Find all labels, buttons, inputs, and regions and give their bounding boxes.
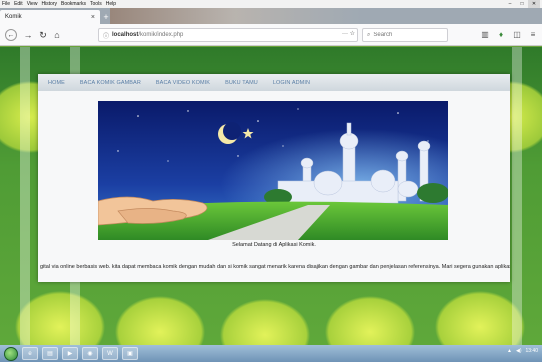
taskbar-app-explorer[interactable]: ▤ bbox=[42, 347, 58, 360]
background-decoration bbox=[512, 47, 522, 345]
menu-bookmarks[interactable]: Bookmarks bbox=[61, 1, 86, 7]
sidebar-icon[interactable]: ◫ bbox=[512, 30, 522, 39]
banner-image bbox=[98, 101, 448, 240]
taskbar: e ▤ ▶ ◉ W ▣ ▲ ◀) 13:40 bbox=[0, 345, 542, 362]
reload-icon[interactable]: ↻ bbox=[37, 29, 49, 41]
menu-edit[interactable]: Edit bbox=[14, 1, 23, 7]
new-tab-icon[interactable]: + bbox=[101, 11, 111, 23]
taskbar-app-media[interactable]: ▶ bbox=[62, 347, 78, 360]
library-icon[interactable]: ▥ bbox=[480, 30, 490, 39]
minimize-button[interactable]: – bbox=[504, 0, 516, 8]
menu-file[interactable]: File bbox=[2, 1, 10, 7]
info-icon[interactable]: ⓘ bbox=[103, 31, 109, 40]
start-button[interactable] bbox=[4, 346, 18, 361]
back-arrow-icon[interactable]: ← bbox=[5, 29, 17, 41]
tab-title: Komik bbox=[5, 14, 22, 20]
network-icon[interactable]: ▲ bbox=[507, 348, 512, 354]
forward-arrow-icon[interactable]: → bbox=[22, 29, 34, 41]
menu-history[interactable]: History bbox=[41, 1, 57, 7]
close-window-button[interactable]: ✕ bbox=[528, 0, 540, 8]
taskbar-app-word[interactable]: W bbox=[102, 347, 118, 360]
tab-komik[interactable]: Komik × bbox=[0, 10, 100, 24]
window-controls: – □ ✕ bbox=[504, 0, 540, 8]
search-box[interactable]: ⌕ bbox=[362, 28, 448, 42]
toolbar-icons: ▥ ♦ ◫ ≡ bbox=[480, 30, 538, 39]
nav-baca-komik-gambar-link[interactable]: BACA KOMIK GAMBAR bbox=[80, 80, 141, 86]
page-viewport: HOME BACA KOMIK GAMBAR BACA VIDEO KOMIK … bbox=[0, 47, 542, 345]
maximize-button[interactable]: □ bbox=[516, 0, 528, 8]
url-path: /komik/index.php bbox=[138, 32, 184, 38]
nav-home-link[interactable]: HOME bbox=[48, 80, 65, 86]
system-tray: ▲ ◀) 13:40 bbox=[507, 348, 538, 354]
nav-baca-video-komik-link[interactable]: BACA VIDEO KOMIK bbox=[156, 80, 210, 86]
marquee-text: gital via online berbasis web. kita dapa… bbox=[40, 264, 510, 270]
tab-bar: Komik × + bbox=[0, 8, 542, 24]
url-host: localhost bbox=[112, 32, 139, 38]
menu-help[interactable]: Help bbox=[106, 1, 116, 7]
nav-login-admin-link[interactable]: LOGIN ADMIN bbox=[273, 80, 310, 86]
home-icon[interactable]: ⌂ bbox=[51, 29, 63, 41]
site-navigation: HOME BACA KOMIK GAMBAR BACA VIDEO KOMIK … bbox=[38, 74, 510, 91]
taskbar-app-ie[interactable]: e bbox=[22, 347, 38, 360]
main-panel: HOME BACA KOMIK GAMBAR BACA VIDEO KOMIK … bbox=[38, 74, 510, 282]
close-tab-icon[interactable]: × bbox=[91, 14, 95, 21]
nav-buku-tamu-link[interactable]: BUKU TAMU bbox=[225, 80, 258, 86]
clock[interactable]: 13:40 bbox=[525, 348, 538, 354]
menu-tools[interactable]: Tools bbox=[90, 1, 102, 7]
hamburger-menu-icon[interactable]: ≡ bbox=[528, 30, 538, 39]
nav-toolbar: ← → ↻ ⌂ ⓘ localhost/komik/index.php ··· … bbox=[0, 24, 542, 46]
search-icon: ⌕ bbox=[367, 31, 371, 38]
taskbar-app-other[interactable]: ▣ bbox=[122, 347, 138, 360]
extension-icon[interactable]: ♦ bbox=[496, 30, 506, 39]
url-bar[interactable]: ⓘ localhost/komik/index.php ··· ☆ bbox=[98, 28, 358, 42]
menu-bar: File Edit View History Bookmarks Tools H… bbox=[0, 0, 542, 8]
search-input[interactable] bbox=[373, 32, 440, 38]
url-actions[interactable]: ··· ☆ bbox=[342, 30, 355, 37]
menu-view[interactable]: View bbox=[27, 1, 38, 7]
background-decoration bbox=[20, 47, 30, 345]
taskbar-app-firefox[interactable]: ◉ bbox=[82, 347, 98, 360]
welcome-caption: Selamat Datang di Aplikasi Komik. bbox=[232, 242, 316, 248]
volume-icon[interactable]: ◀) bbox=[516, 348, 522, 354]
